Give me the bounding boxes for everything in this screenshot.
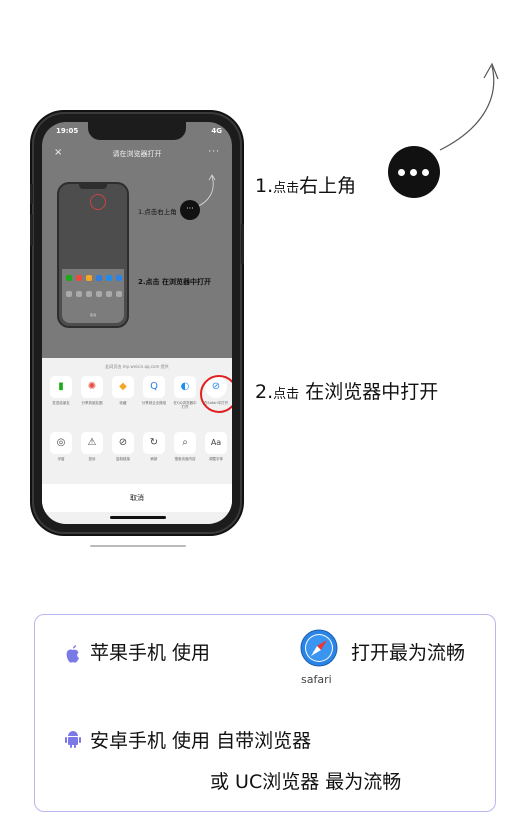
apple-icon: [66, 645, 79, 663]
step2-small: 点击: [273, 387, 300, 402]
status-time: 19:05: [56, 127, 79, 135]
safari-icon: [300, 629, 338, 667]
step1-instruction: 1.点击右上角: [255, 171, 356, 198]
font-icon: Aa: [205, 432, 227, 454]
share-send-friend[interactable]: ▮ 发送给朋友: [48, 376, 74, 405]
step1-small: 点击: [273, 181, 300, 196]
android-line-1: 安卓手机 使用 自带浏览器: [90, 730, 312, 752]
phone-screen: 19:05 4G × 请在浏览器打开 ··· 取消 1.点击右上角 ··· 2.…: [42, 122, 232, 524]
moments-icon: ✺: [81, 376, 103, 398]
refresh[interactable]: ↻ 刷新: [141, 432, 167, 461]
inner-step1-label: 1.点击右上角: [138, 208, 177, 216]
inner-highlight-circle: [90, 194, 106, 210]
more-menu-icon[interactable]: ···: [208, 147, 220, 157]
sheet-hint: 此网页由 mp.weixin.qq.com 提供: [105, 364, 169, 369]
share-wecom[interactable]: Q 分享到企业微信: [141, 376, 167, 405]
font-size[interactable]: Aa 调整字体: [203, 432, 229, 461]
phone-shadow: [90, 545, 186, 547]
browser-titlebar: × 请在浏览器打开 ···: [42, 142, 232, 164]
share-favorite[interactable]: ◆ 收藏: [110, 376, 136, 405]
share-moments[interactable]: ✺ 分享到朋友圈: [79, 376, 105, 405]
share-row-1: ▮ 发送给朋友 ✺ 分享到朋友圈 ◆ 收藏 Q 分享到企业微信 ◐ 在QQ浏览器中打开 ⊘…: [48, 376, 228, 420]
status-signal: 4G: [211, 127, 222, 135]
apple-line: 苹果手机 使用: [90, 642, 211, 664]
safari-label: safari: [301, 673, 332, 686]
refresh-icon: ↻: [143, 432, 165, 454]
more-dots-icon: [388, 146, 440, 198]
phone-notch: [88, 122, 186, 140]
home-indicator: [110, 516, 166, 519]
open-in-qq-browser[interactable]: ◐ 在QQ浏览器中打开: [172, 376, 198, 409]
step2-number: 2.: [255, 381, 274, 403]
favorite-icon: ◆: [112, 376, 134, 398]
page-title: 请在浏览器打开: [112, 150, 162, 158]
step2-text: 在浏览器中打开: [299, 381, 439, 403]
step1-number: 1.: [255, 175, 274, 197]
float-window-icon: ◎: [50, 432, 72, 454]
inner-more-icon: ···: [180, 200, 200, 220]
android-icon: [65, 731, 81, 748]
cancel-button[interactable]: 取消: [42, 484, 232, 512]
copy-link[interactable]: ⊘ 复制链接: [110, 432, 136, 461]
search-icon: ⌕: [174, 432, 196, 454]
inner-step2-label: 2.点击 在浏览器中打开: [138, 278, 211, 286]
inner-cancel: 取消: [89, 313, 96, 317]
send-friend-icon: ▮: [50, 376, 72, 398]
report[interactable]: ⚠ 投诉: [79, 432, 105, 461]
browser-recommendation-box: 苹果手机 使用 safari 打开最为流畅 安卓手机 使用 自带浏览器 或 UC…: [34, 614, 496, 812]
search-page[interactable]: ⌕ 搜索页面内容: [172, 432, 198, 461]
float-window[interactable]: ◎ 浮窗: [48, 432, 74, 461]
share-row-2: ◎ 浮窗 ⚠ 投诉 ⊘ 复制链接 ↻ 刷新 ⌕ 搜索页面内容 Aa 调整字体: [48, 432, 229, 476]
phone-mockup: 19:05 4G × 请在浏览器打开 ··· 取消 1.点击右上角 ··· 2.…: [30, 114, 244, 532]
qq-browser-icon: ◐: [174, 376, 196, 398]
warning-icon: ⚠: [81, 432, 103, 454]
apple-line-tail: 打开最为流畅: [351, 642, 466, 664]
wecom-icon: Q: [143, 376, 165, 398]
step1-text: 右上角: [299, 175, 357, 197]
step2-instruction: 2.点击 在浏览器中打开: [255, 377, 438, 404]
android-line-2: 或 UC浏览器 最为流畅: [210, 771, 402, 793]
highlight-circle: [200, 375, 232, 413]
link-icon: ⊘: [112, 432, 134, 454]
